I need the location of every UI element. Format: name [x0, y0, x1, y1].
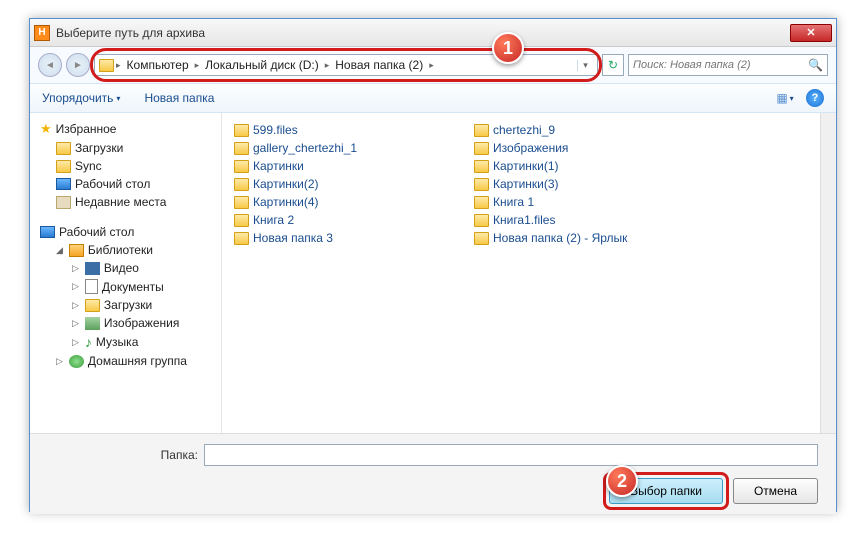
new-folder-button[interactable]: Новая папка — [144, 91, 214, 105]
document-icon — [85, 279, 98, 294]
file-list: 599.files gallery_chertezhi_1 Картинки К… — [222, 113, 820, 433]
sidebar-video[interactable]: ▷Видео — [34, 259, 217, 277]
toolbar: Упорядочить ▾ Новая папка ▦▾ ? — [30, 83, 836, 113]
folder-icon — [99, 59, 114, 72]
folder-icon — [474, 214, 489, 227]
list-item[interactable]: Книга 2 — [234, 211, 474, 229]
list-item[interactable]: Картинки(1) — [474, 157, 714, 175]
folder-icon — [474, 124, 489, 137]
star-icon: ★ — [40, 121, 52, 137]
chevron-down-icon: ▾ — [116, 94, 120, 103]
list-item[interactable]: Новая папка 3 — [234, 229, 474, 247]
expand-icon: ▷ — [56, 356, 63, 367]
scrollbar[interactable] — [820, 113, 836, 433]
folder-icon — [56, 142, 71, 155]
folder-icon — [234, 232, 249, 245]
sidebar-libraries[interactable]: ◢Библиотеки — [34, 241, 217, 259]
search-icon: 🔍 — [808, 58, 823, 72]
window-title: Выберите путь для архива — [56, 26, 790, 40]
folder-icon — [474, 178, 489, 191]
folder-icon — [234, 142, 249, 155]
sidebar-recent[interactable]: Недавние места — [34, 193, 217, 211]
expand-icon: ▷ — [72, 300, 79, 311]
search-box[interactable]: 🔍 — [628, 54, 828, 76]
folder-icon — [234, 178, 249, 191]
sidebar-music[interactable]: ▷♪Музыка — [34, 332, 217, 352]
sidebar-images[interactable]: ▷Изображения — [34, 314, 217, 332]
folder-icon — [234, 124, 249, 137]
address-bar[interactable]: ▸ Компьютер ▸ Локальный диск (D:) ▸ Нова… — [94, 54, 598, 76]
folder-icon — [234, 214, 249, 227]
folder-name-input[interactable] — [204, 444, 818, 466]
list-item[interactable]: chertezhi_9 — [474, 121, 714, 139]
sidebar-favorites[interactable]: ★Избранное — [34, 119, 217, 139]
list-item[interactable]: Картинки(4) — [234, 193, 474, 211]
expand-icon: ▷ — [72, 281, 79, 292]
folder-icon — [56, 160, 71, 173]
breadcrumb-folder[interactable]: Новая папка (2) — [331, 58, 427, 72]
list-item[interactable]: 599.files — [234, 121, 474, 139]
folder-picker-dialog: H Выберите путь для архива ✕ ◄ ► ▸ Компь… — [29, 18, 837, 512]
sidebar-homegroup[interactable]: ▷Домашняя группа — [34, 352, 217, 370]
folder-icon — [85, 299, 100, 312]
shortcut-icon — [474, 232, 489, 245]
list-item[interactable]: Книга1.files — [474, 211, 714, 229]
desktop-icon — [56, 178, 71, 190]
bottom-panel: Папка: Выбор папки Отмена — [30, 433, 836, 514]
sidebar-documents[interactable]: ▷Документы — [34, 277, 217, 296]
sidebar-desktop-root[interactable]: Рабочий стол — [34, 223, 217, 241]
search-input[interactable] — [633, 59, 808, 71]
close-button[interactable]: ✕ — [790, 24, 832, 42]
folder-label: Папка: — [48, 448, 198, 462]
expand-icon: ▷ — [72, 263, 79, 274]
list-item[interactable]: Новая папка (2) - Ярлык — [474, 229, 714, 247]
desktop-icon — [40, 226, 55, 238]
list-item[interactable]: Картинки(3) — [474, 175, 714, 193]
sidebar-desktop[interactable]: Рабочий стол — [34, 175, 217, 193]
expand-icon: ▷ — [72, 337, 79, 348]
expand-icon: ◢ — [56, 245, 63, 256]
nav-bar: ◄ ► ▸ Компьютер ▸ Локальный диск (D:) ▸ … — [30, 47, 836, 83]
navigation-pane: ★Избранное Загрузки Sync Рабочий стол Не… — [30, 113, 222, 433]
breadcrumb-drive[interactable]: Локальный диск (D:) — [201, 58, 323, 72]
sidebar-sync[interactable]: Sync — [34, 157, 217, 175]
folder-icon — [234, 196, 249, 209]
image-icon — [85, 317, 100, 330]
refresh-button[interactable]: ↻ — [602, 54, 624, 76]
homegroup-icon — [69, 355, 84, 368]
list-item[interactable]: Изображения — [474, 139, 714, 157]
folder-icon — [474, 160, 489, 173]
dialog-body: ★Избранное Загрузки Sync Рабочий стол Не… — [30, 113, 836, 433]
folder-icon — [474, 196, 489, 209]
organize-menu[interactable]: Упорядочить ▾ — [42, 91, 120, 105]
chevron-icon: ▸ — [429, 60, 434, 71]
video-icon — [85, 262, 100, 275]
library-icon — [69, 244, 84, 257]
music-icon: ♪ — [85, 334, 92, 350]
folder-icon — [474, 142, 489, 155]
expand-icon: ▷ — [72, 318, 79, 329]
help-icon[interactable]: ? — [806, 89, 824, 107]
sidebar-downloads[interactable]: Загрузки — [34, 139, 217, 157]
app-icon: H — [34, 25, 50, 41]
folder-icon — [234, 160, 249, 173]
forward-button[interactable]: ► — [66, 53, 90, 77]
list-item[interactable]: Картинки — [234, 157, 474, 175]
chevron-icon: ▸ — [195, 60, 200, 71]
cancel-button[interactable]: Отмена — [733, 478, 818, 504]
back-button[interactable]: ◄ — [38, 53, 62, 77]
recent-icon — [56, 196, 71, 209]
sidebar-downloads2[interactable]: ▷Загрузки — [34, 296, 217, 314]
chevron-icon: ▸ — [116, 60, 121, 71]
annotation-marker-1: 1 — [492, 32, 524, 64]
annotation-marker-2: 2 — [606, 465, 638, 497]
address-dropdown-icon[interactable]: ▾ — [577, 60, 593, 71]
list-item[interactable]: Картинки(2) — [234, 175, 474, 193]
chevron-icon: ▸ — [325, 60, 330, 71]
breadcrumb-computer[interactable]: Компьютер — [123, 58, 193, 72]
titlebar: H Выберите путь для архива ✕ — [30, 19, 836, 47]
list-item[interactable]: Книга 1 — [474, 193, 714, 211]
view-options-button[interactable]: ▦▾ — [774, 89, 796, 107]
list-item[interactable]: gallery_chertezhi_1 — [234, 139, 474, 157]
